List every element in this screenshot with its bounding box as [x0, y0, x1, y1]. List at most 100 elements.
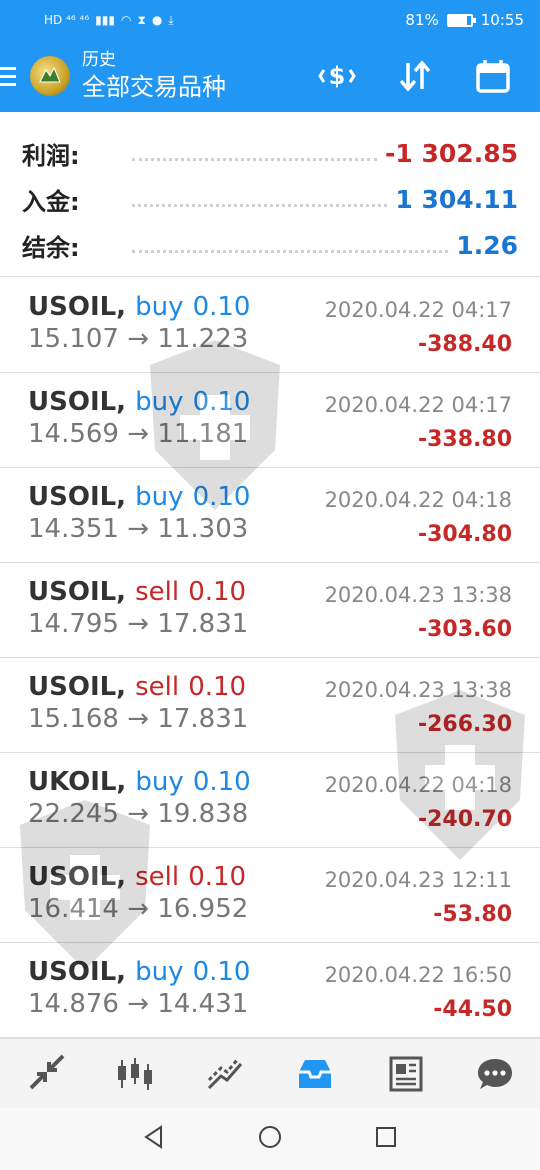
trade-close-price: 19.838	[157, 799, 249, 829]
trade-time: 2020.04.23 12:11	[324, 868, 512, 892]
trade-open-price: 16.414	[28, 894, 119, 924]
app-logo	[30, 56, 70, 96]
trade-open-price: 14.876	[28, 989, 119, 1019]
deposit-withdraw-button[interactable]: $	[298, 40, 376, 112]
chat-icon	[478, 1058, 512, 1089]
arrow-icon: →	[127, 419, 150, 449]
summary-label: 入金:	[22, 187, 80, 216]
trade-side: buy	[135, 767, 184, 797]
nav-chart[interactable]	[105, 1044, 165, 1104]
summary-value: 1.26	[456, 230, 518, 260]
trade-row[interactable]: USOIL, buy 0.10 14.351 → 11.303 2020.04.…	[0, 468, 540, 563]
sort-button[interactable]	[376, 40, 454, 112]
arrow-icon: →	[127, 514, 150, 544]
trade-side: sell	[135, 577, 180, 607]
trade-row[interactable]: USOIL, sell 0.10 14.795 → 17.831 2020.04…	[0, 563, 540, 658]
trade-row[interactable]: USOIL, sell 0.10 15.168 → 17.831 2020.04…	[0, 658, 540, 753]
arrow-icon: →	[127, 324, 150, 354]
trade-symbol: USOIL,	[28, 672, 127, 702]
trade-lots: 0.10	[188, 577, 247, 607]
sort-arrows-icon	[399, 60, 431, 92]
trade-profit: -304.80	[417, 522, 512, 547]
calendar-icon	[476, 60, 510, 93]
trade-symbol: USOIL,	[28, 482, 127, 512]
trade-side: buy	[135, 387, 184, 417]
trade-close-price: 11.181	[157, 419, 249, 449]
summary-value: 1 304.11	[395, 184, 518, 214]
message-icon: ●	[151, 13, 163, 27]
svg-text:$: $	[329, 62, 346, 90]
battery-icon	[446, 13, 476, 27]
trade-profit: -44.50	[433, 997, 512, 1022]
page-subtitle: 历史	[82, 50, 116, 70]
menu-icon[interactable]	[0, 40, 26, 112]
trade-close-price: 14.431	[157, 989, 249, 1019]
page-title: 全部交易品种	[82, 73, 226, 101]
hourglass-icon: ⧗	[137, 12, 146, 27]
trade-close-price: 11.223	[157, 324, 249, 354]
app-bar: 历史 全部交易品种 $	[0, 40, 540, 112]
arrow-icon: →	[127, 989, 150, 1019]
trade-profit: -53.80	[433, 902, 512, 927]
trade-icon	[207, 1058, 243, 1089]
trade-lots: 0.10	[192, 387, 251, 417]
dotted-leader	[132, 157, 378, 161]
bottom-navigation	[0, 1038, 540, 1108]
trade-open-price: 14.351	[28, 514, 119, 544]
nav-history[interactable]	[285, 1044, 345, 1104]
trade-side: buy	[135, 482, 184, 512]
nav-quotes[interactable]	[15, 1044, 75, 1104]
trade-symbol: USOIL,	[28, 957, 127, 987]
clock: 10:55	[480, 11, 524, 29]
trade-row[interactable]: USOIL, buy 0.10 14.876 → 14.431 2020.04.…	[0, 943, 540, 1038]
summary-label: 结余:	[22, 233, 80, 262]
home-button[interactable]	[257, 1124, 283, 1154]
quotes-icon	[29, 1054, 65, 1089]
nav-news[interactable]	[375, 1044, 435, 1104]
trade-symbol: USOIL,	[28, 387, 127, 417]
battery-percent: 81%	[405, 11, 439, 29]
trade-time: 2020.04.22 04:18	[324, 488, 512, 512]
trade-symbol: UKOIL,	[28, 767, 127, 797]
back-icon	[144, 1125, 162, 1149]
arrow-icon: →	[127, 894, 150, 924]
trade-profit: -303.60	[417, 617, 512, 642]
trade-open-price: 22.245	[28, 799, 119, 829]
back-button[interactable]	[141, 1124, 167, 1154]
trade-lots: 0.10	[188, 862, 247, 892]
app-bar-titles[interactable]: 历史 全部交易品种	[82, 49, 298, 103]
dotted-leader	[132, 249, 449, 253]
chart-icon	[118, 1057, 152, 1090]
trade-side: buy	[135, 292, 184, 322]
trade-profit: -240.70	[417, 807, 512, 832]
trade-lots: 0.10	[192, 292, 251, 322]
summary-balance: 结余: 1.26	[22, 222, 518, 268]
trade-open-price: 14.569	[28, 419, 119, 449]
arrow-icon: →	[127, 609, 150, 639]
trade-time: 2020.04.23 13:38	[324, 678, 512, 702]
arrow-icon: →	[127, 704, 150, 734]
calendar-button[interactable]	[454, 40, 532, 112]
trade-row[interactable]: UKOIL, buy 0.10 22.245 → 19.838 2020.04.…	[0, 753, 540, 848]
trade-lots: 0.10	[188, 672, 247, 702]
dotted-leader	[132, 203, 388, 207]
recents-button[interactable]	[373, 1124, 399, 1154]
trade-row[interactable]: USOIL, sell 0.10 16.414 → 16.952 2020.04…	[0, 848, 540, 943]
trade-symbol: USOIL,	[28, 862, 127, 892]
trade-close-price: 16.952	[157, 894, 249, 924]
arrow-icon: →	[127, 799, 150, 829]
nav-chat[interactable]	[465, 1044, 525, 1104]
trade-row[interactable]: USOIL, buy 0.10 14.569 → 11.181 2020.04.…	[0, 373, 540, 468]
trade-side: buy	[135, 957, 184, 987]
download-icon: ⤓	[168, 12, 174, 27]
trade-time: 2020.04.22 04:18	[324, 773, 512, 797]
history-icon	[299, 1059, 331, 1088]
trade-time: 2020.04.22 16:50	[324, 963, 512, 987]
trade-row[interactable]: USOIL, buy 0.10 15.107 → 11.223 2020.04.…	[0, 278, 540, 373]
trade-history-list: USOIL, buy 0.10 15.107 → 11.223 2020.04.…	[0, 278, 540, 1038]
trade-profit: -338.80	[417, 427, 512, 452]
news-icon	[389, 1056, 423, 1091]
trade-profit: -388.40	[417, 332, 512, 357]
summary-value: -1 302.85	[385, 138, 518, 168]
nav-trade[interactable]	[195, 1044, 255, 1104]
